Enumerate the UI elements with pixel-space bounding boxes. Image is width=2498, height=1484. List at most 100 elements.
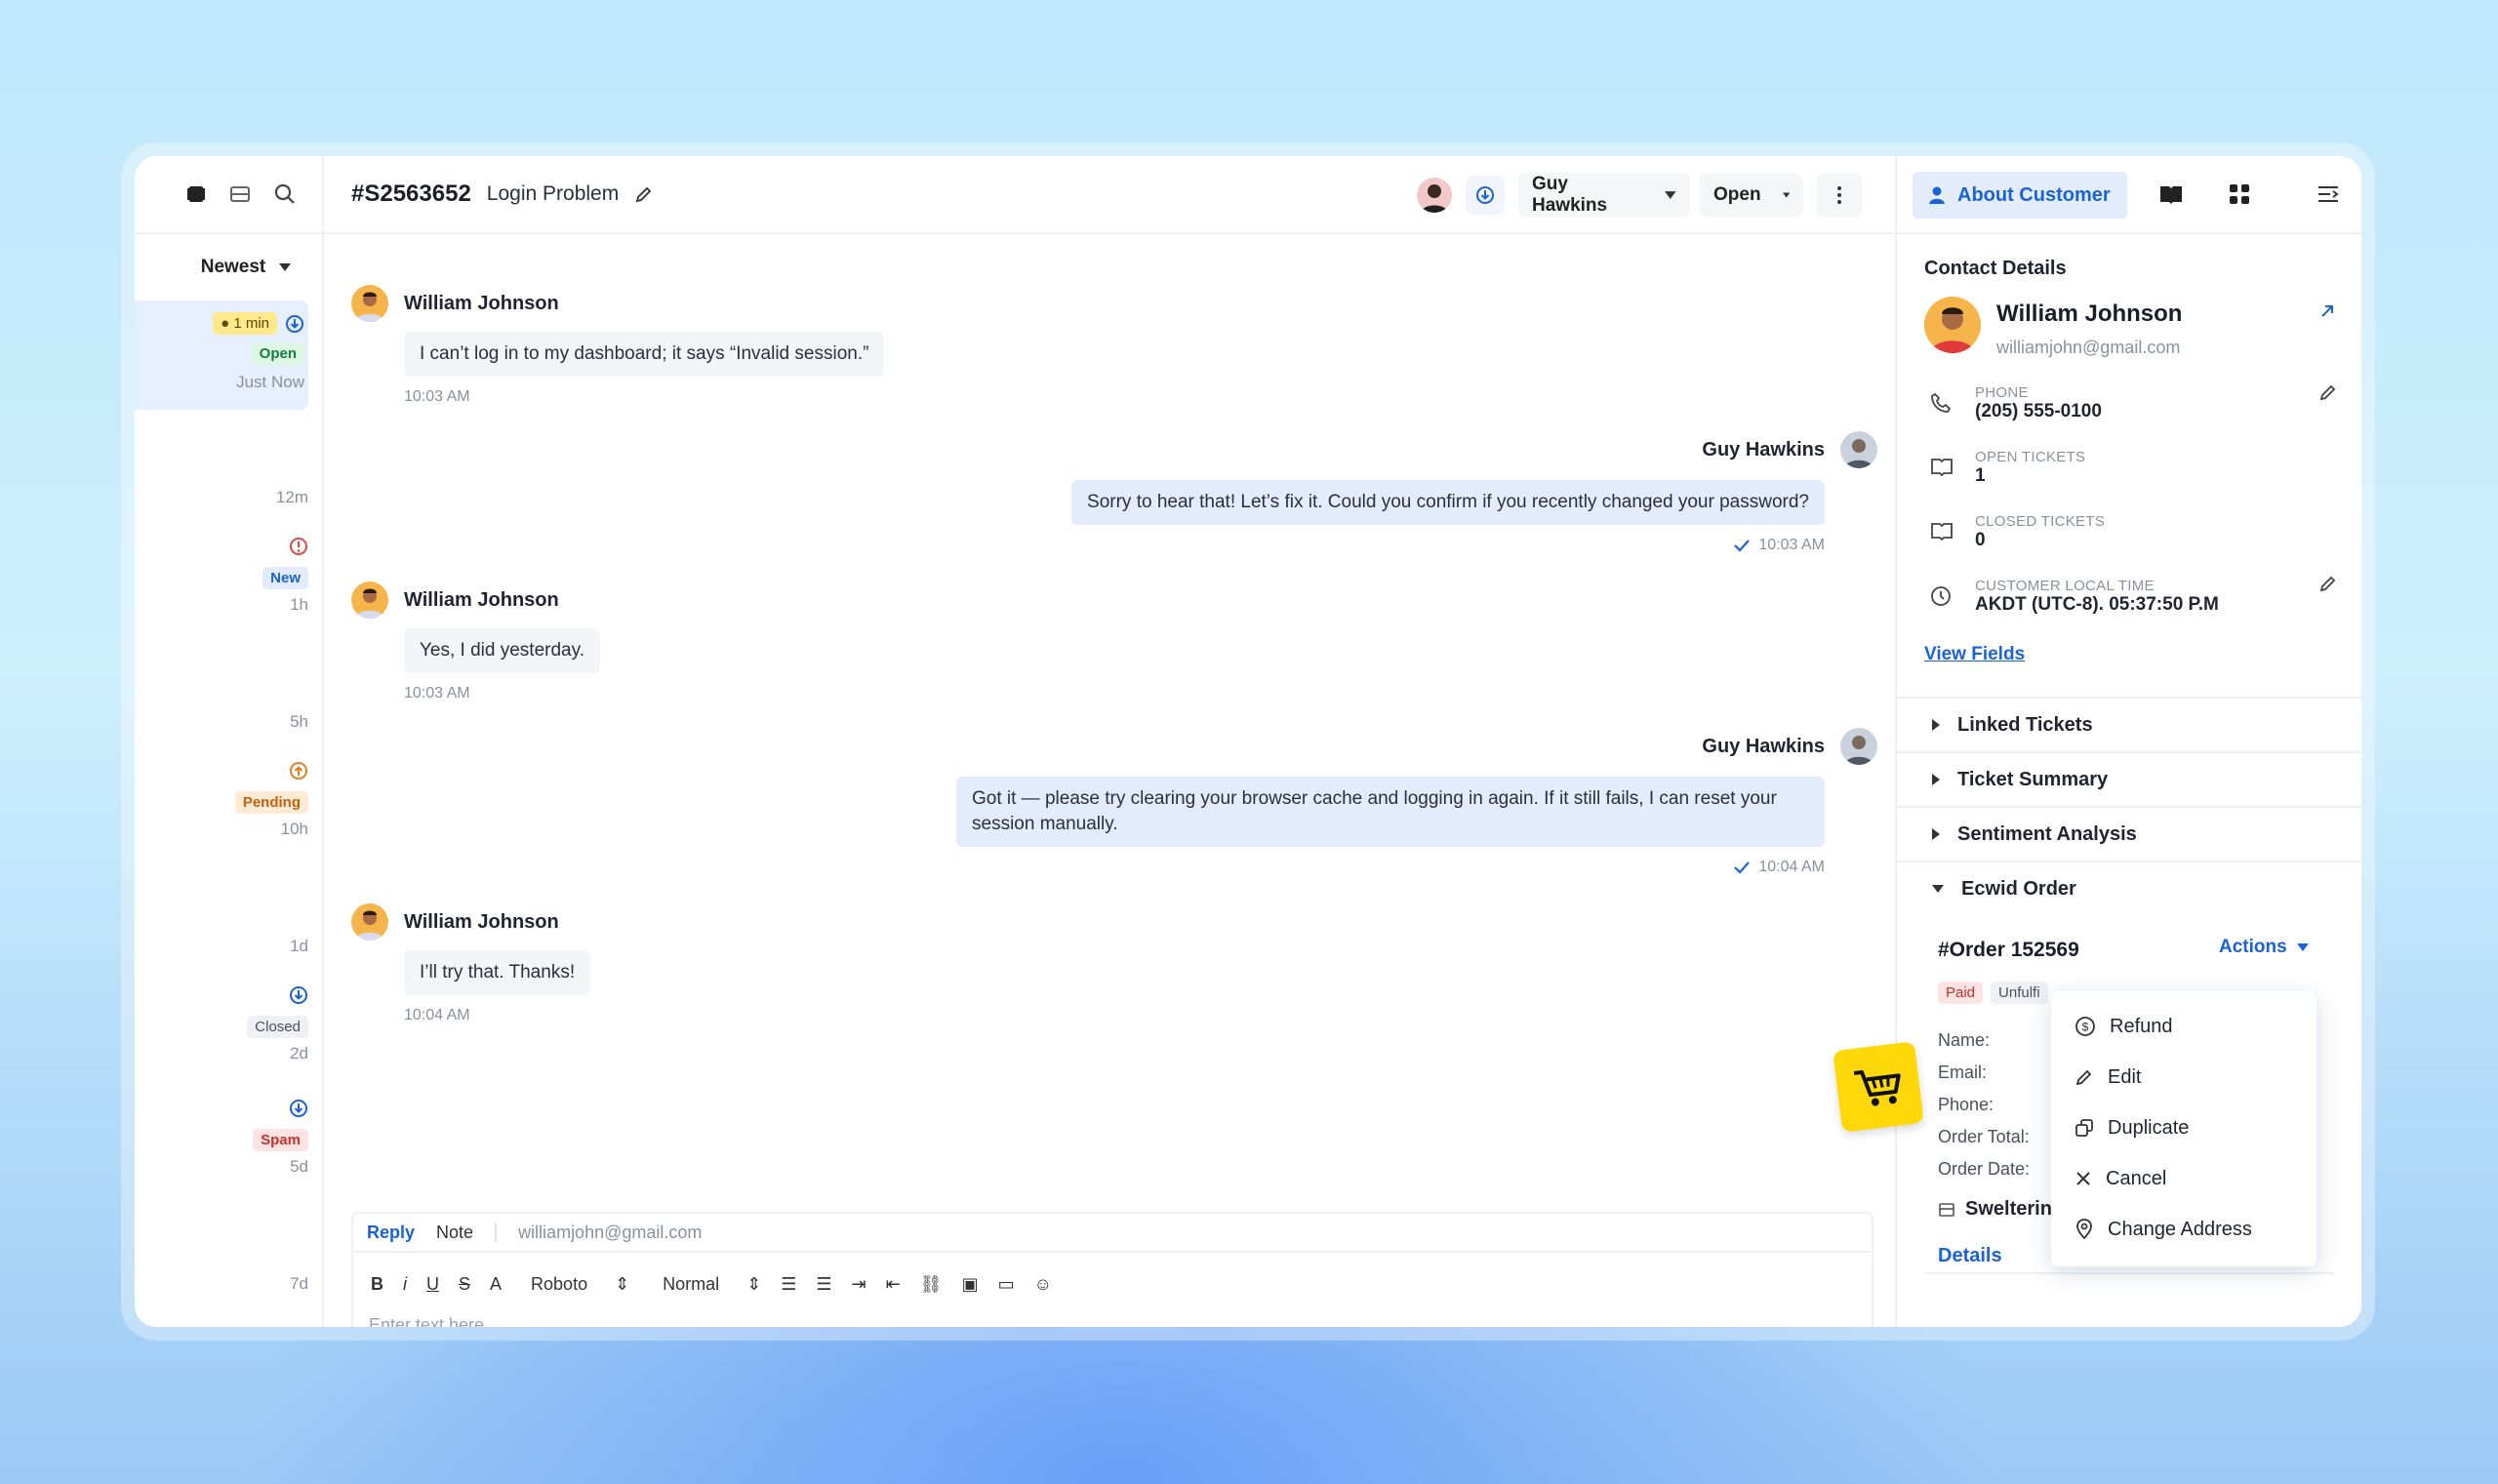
alert-circle-icon [290, 538, 307, 555]
local-time-value: AKDT (UTC-8). 05:37:50 P.M [1975, 594, 2219, 615]
svg-text:$: $ [2082, 1021, 2089, 1034]
ecwid-cart-icon[interactable] [1833, 1041, 1924, 1133]
tab-reply[interactable]: Reply [367, 1223, 415, 1243]
phone-value: (205) 555-0100 [1975, 401, 2102, 421]
section-title: Contact Details [1924, 258, 2067, 279]
bold-icon[interactable]: B [371, 1274, 383, 1295]
accordion-ticket-summary[interactable]: Ticket Summary [1897, 751, 2361, 806]
ticket-item-7[interactable]: Closed 2d [247, 985, 308, 1063]
message-text: Sorry to hear that! Let’s fix it. Could … [1071, 480, 1825, 525]
sender-name: William Johnson [404, 910, 559, 933]
layout-card-icon[interactable] [185, 183, 207, 205]
status-dropdown[interactable]: Open [1700, 173, 1803, 218]
actions-menu: $ Refund Edit Duplicate Cancel Change Ad… [2051, 991, 2317, 1266]
message-inbound: William Johnson I’ll try that. Thanks! 1… [351, 903, 591, 1024]
transfer-button[interactable] [1466, 176, 1505, 215]
status-badge-open: Open [251, 342, 304, 365]
status-value: Open [1713, 184, 1761, 205]
accordion-ecwid-order[interactable]: Ecwid Order [1897, 861, 2361, 915]
tab-note[interactable]: Note [436, 1223, 473, 1243]
message-time: 10:03 AM [404, 388, 470, 405]
tag-unfulfilled: Unfulfi [1991, 982, 2048, 1004]
book-open-icon [1930, 457, 1954, 481]
menu-item-duplicate[interactable]: Duplicate [2051, 1103, 2317, 1153]
order-date-label: Order Date: [1938, 1159, 2031, 1179]
font-size-select[interactable]: Normal ⇕ [663, 1274, 761, 1295]
caret-down-icon [1932, 885, 1944, 893]
underline-icon[interactable]: U [426, 1274, 439, 1295]
ticket-item-5[interactable]: Pending 10h [234, 761, 308, 839]
message-text: Yes, I did yesterday. [404, 628, 600, 673]
bullet-list-icon[interactable]: ☰ [816, 1274, 831, 1295]
sort-dropdown[interactable]: Newest [183, 246, 308, 289]
book-icon[interactable] [2158, 183, 2184, 210]
agent-avatar[interactable] [1417, 178, 1452, 213]
open-external-icon[interactable] [2318, 302, 2336, 325]
reply-input[interactable]: Enter text here... [353, 1315, 1872, 1327]
actions-dropdown[interactable]: Actions [2219, 937, 2309, 958]
side-tabs: About Customer [1897, 156, 2361, 234]
edit-phone-icon[interactable] [2318, 382, 2338, 407]
image-icon[interactable]: ▣ [962, 1274, 979, 1295]
more-options-button[interactable] [1817, 173, 1862, 218]
outdent-icon[interactable]: ⇤ [886, 1274, 901, 1295]
copy-icon [2075, 1119, 2093, 1137]
layout-list-icon[interactable] [228, 183, 252, 205]
menu-item-cancel[interactable]: Cancel [2051, 1153, 2317, 1204]
ticket-subject: Login Problem [486, 182, 620, 205]
accordion-label: Linked Tickets [1957, 713, 2093, 736]
view-fields-link[interactable]: View Fields [1924, 644, 2025, 665]
menu-item-label: Duplicate [2108, 1116, 2190, 1139]
collapse-panel-icon[interactable] [2317, 183, 2340, 210]
book-closed-icon [1930, 521, 1954, 545]
accordion-sentiment-analysis[interactable]: Sentiment Analysis [1897, 806, 2361, 861]
customer-email: williamjohn@gmail.com [1996, 338, 2181, 357]
accordion-label: Sentiment Analysis [1957, 822, 2137, 845]
ticket-item-9[interactable]: 7d [290, 1274, 308, 1294]
ticket-item-1[interactable]: ● 1 min Open Just Now [213, 312, 304, 392]
caret-right-icon [1932, 774, 1940, 785]
ticket-item-2[interactable]: 12m [276, 488, 308, 507]
indent-icon[interactable]: ⇥ [852, 1274, 866, 1295]
accordion-linked-tickets[interactable]: Linked Tickets [1897, 697, 2361, 751]
apps-grid-icon[interactable] [2229, 183, 2250, 210]
arrow-up-circle-icon [290, 762, 307, 780]
message-outbound: Guy Hawkins Got it — please try clearing… [956, 728, 1877, 876]
phone-icon [1930, 392, 1952, 419]
tab-about-customer[interactable]: About Customer [1913, 172, 2127, 219]
tag-paid: Paid [1938, 982, 1984, 1004]
font-family-select[interactable]: Roboto ⇕ [531, 1274, 629, 1295]
menu-item-change-address[interactable]: Change Address [2051, 1204, 2317, 1255]
menu-item-edit[interactable]: Edit [2051, 1052, 2317, 1103]
menu-item-label: Refund [2110, 1015, 2173, 1037]
download-circle-icon [290, 1100, 307, 1117]
message-inbound: William Johnson I can’t log in to my das… [351, 285, 885, 406]
ticket-item-8[interactable]: Spam 5d [253, 1099, 308, 1177]
chevron-updown-icon: ⇕ [615, 1273, 630, 1294]
edit-local-time-icon[interactable] [2318, 574, 2338, 598]
ticket-item-3[interactable]: New 1h [262, 537, 308, 615]
menu-item-label: Change Address [2108, 1218, 2252, 1240]
ordered-list-icon[interactable]: ☰ [781, 1274, 796, 1295]
emoji-icon[interactable]: ☺ [1034, 1274, 1052, 1295]
ticket-time: 7d [290, 1274, 308, 1293]
search-icon[interactable] [273, 182, 297, 206]
menu-item-refund[interactable]: $ Refund [2051, 1001, 2317, 1052]
open-tickets-value: 1 [1975, 465, 1986, 486]
agent-avatar [1840, 431, 1877, 468]
link-icon[interactable]: ⛓ [920, 1274, 943, 1295]
italic-icon[interactable]: i [403, 1274, 407, 1295]
sender-name: Guy Hawkins [1702, 438, 1825, 461]
assignee-dropdown[interactable]: Guy Hawkins [1518, 173, 1690, 218]
gif-icon[interactable]: ▭ [998, 1274, 1015, 1295]
recipient-email[interactable]: williamjohn@gmail.com [518, 1223, 702, 1243]
menu-item-label: Edit [2108, 1065, 2142, 1088]
sender-name: Guy Hawkins [1702, 735, 1825, 757]
ticket-item-6[interactable]: 1d [290, 937, 308, 956]
text-color-icon[interactable]: A [490, 1274, 502, 1295]
ticket-time: 2d [290, 1044, 308, 1063]
ticket-item-4[interactable]: 5h [290, 712, 308, 732]
order-details-link[interactable]: Details [1938, 1245, 2002, 1267]
edit-pencil-icon[interactable] [634, 184, 654, 204]
strikethrough-icon[interactable]: S [459, 1274, 470, 1295]
